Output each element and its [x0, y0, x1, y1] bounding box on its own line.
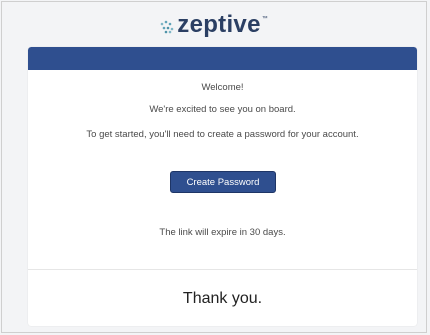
thank-you-text: Thank you. [182, 290, 263, 307]
welcome-text: Welcome! [201, 82, 244, 93]
zeptive-logo: zeptive ™ [2, 10, 426, 40]
create-password-button[interactable]: Create Password [170, 171, 276, 193]
expire-note: The link will expire in 30 days. [159, 227, 286, 238]
excited-text: We're excited to see you on board. [149, 104, 296, 115]
email-card: Welcome! We're excited to see you on boa… [28, 47, 417, 326]
logo-dots-icon [160, 20, 174, 33]
trademark-symbol: ™ [261, 16, 268, 22]
email-frame: zeptive ™ Welcome! We're excited to see … [1, 1, 427, 333]
logo-text: zeptive [177, 11, 261, 38]
divider [28, 269, 417, 270]
instructions-text: To get started, you'll need to create a … [86, 129, 359, 140]
card-header-bar [28, 47, 417, 70]
